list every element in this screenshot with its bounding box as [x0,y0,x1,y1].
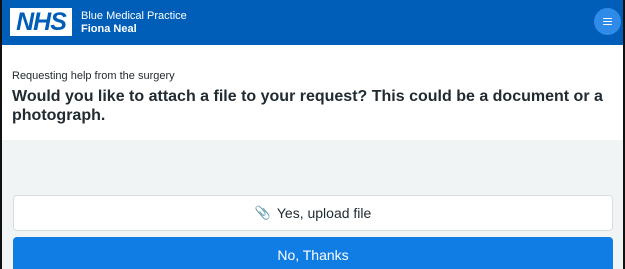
page-question: Would you like to attach a file to your … [12,88,603,124]
patient-name: Fiona Neal [81,23,137,35]
menu-button[interactable] [594,8,621,35]
practice-name: Blue Medical Practice [81,10,187,22]
upload-file-button[interactable]: 📎 Yes, upload file [13,195,613,231]
no-thanks-button[interactable]: No, Thanks [13,237,613,269]
upload-file-label: Yes, upload file [276,205,372,221]
nhs-logo-text: NHS [16,8,67,36]
context-label: Requesting help from the surgery [12,70,175,82]
hamburger-menu-icon [603,17,612,26]
main-content: Requesting help from the surgery Would y… [2,45,623,140]
paperclip-icon: 📎 [254,205,271,220]
nhs-logo: NHS [10,8,72,36]
no-thanks-label: No, Thanks [277,247,349,263]
header-bar: NHS Blue Medical Practice Fiona Neal [2,0,623,45]
app-frame: NHS Blue Medical Practice Fiona Neal Req… [0,0,625,269]
